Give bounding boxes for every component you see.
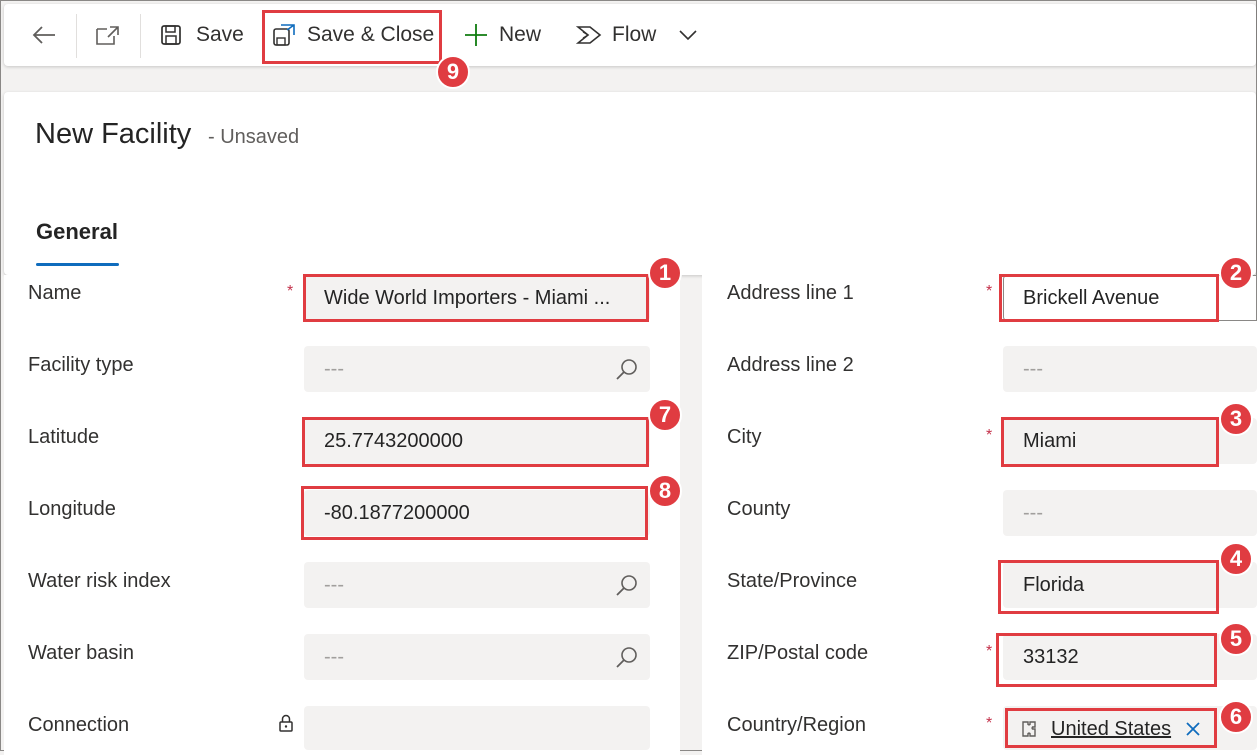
address-line-2-placeholder: --- xyxy=(1023,358,1043,380)
highlight-box-name xyxy=(303,274,649,322)
required-asterisk: * xyxy=(986,283,993,300)
facility-type-lookup[interactable]: --- xyxy=(304,346,650,392)
longitude-label: Longitude xyxy=(28,498,116,520)
connection-field xyxy=(304,706,650,750)
back-button[interactable] xyxy=(31,4,57,66)
water-basin-label: Water basin xyxy=(28,642,134,664)
new-button[interactable]: New xyxy=(464,4,541,66)
water-risk-index-lookup[interactable]: --- xyxy=(304,562,650,608)
flow-icon xyxy=(576,26,602,44)
annotation-badge-9: 9 xyxy=(436,55,470,89)
required-asterisk: * xyxy=(986,427,993,444)
address-line-1-label: Address line 1 xyxy=(727,282,854,304)
required-asterisk: * xyxy=(986,643,993,660)
search-icon[interactable] xyxy=(614,356,640,382)
annotation-badge-4: 4 xyxy=(1219,542,1253,576)
highlight-box-address-line-1 xyxy=(999,274,1219,322)
water-basin-placeholder: --- xyxy=(324,646,344,668)
annotation-badge-1: 1 xyxy=(648,256,682,290)
state-province-label: State/Province xyxy=(727,570,858,592)
facility-type-label: Facility type xyxy=(28,354,134,376)
save-icon xyxy=(161,25,181,45)
highlight-box-longitude xyxy=(301,486,648,540)
county-placeholder: --- xyxy=(1023,502,1043,524)
highlight-box-state-province xyxy=(998,560,1219,614)
page-title: New Facility xyxy=(35,118,192,150)
flow-button[interactable]: Flow xyxy=(576,4,698,66)
tab-general[interactable]: General xyxy=(36,219,118,245)
popout-button[interactable] xyxy=(95,4,121,66)
tab-selected-indicator xyxy=(36,263,119,266)
new-label: New xyxy=(499,23,542,46)
save-status: - Unsaved xyxy=(208,126,300,148)
water-basin-lookup[interactable]: --- xyxy=(304,634,650,680)
address-line-2-field[interactable]: --- xyxy=(1003,346,1257,392)
zip-postal-code-label: ZIP/Postal code xyxy=(727,642,869,664)
save-button[interactable]: Save xyxy=(160,4,244,66)
highlight-box-country-region xyxy=(1005,708,1217,748)
search-icon[interactable] xyxy=(614,644,640,670)
save-label: Save xyxy=(196,23,244,46)
toolbar-separator xyxy=(140,14,141,58)
annotation-badge-6: 6 xyxy=(1219,700,1253,734)
annotation-badge-8: 8 xyxy=(648,474,682,508)
latitude-label: Latitude xyxy=(28,426,100,448)
back-arrow-icon xyxy=(32,26,55,44)
water-risk-index-label: Water risk index xyxy=(28,570,171,592)
address-line-2-label: Address line 2 xyxy=(727,354,854,376)
chevron-down-icon[interactable] xyxy=(678,29,698,41)
water-risk-index-placeholder: --- xyxy=(324,574,344,596)
annotation-badge-5: 5 xyxy=(1219,622,1253,656)
county-field[interactable]: --- xyxy=(1003,490,1257,536)
search-icon[interactable] xyxy=(614,572,640,598)
required-asterisk: * xyxy=(986,715,993,732)
form-header: New Facility - Unsaved General xyxy=(4,92,1256,275)
open-in-new-window-icon xyxy=(96,26,119,45)
highlight-box-latitude xyxy=(302,417,649,467)
lock-icon xyxy=(279,714,293,732)
highlight-box-city xyxy=(1001,417,1219,467)
flow-label: Flow xyxy=(612,23,657,46)
connection-label: Connection xyxy=(28,714,130,736)
country-region-label: Country/Region xyxy=(727,714,866,736)
command-bar: Save Save & Close New Flow xyxy=(4,4,1256,66)
name-label: Name xyxy=(28,282,82,304)
city-label: City xyxy=(727,426,762,448)
highlight-box-save-close xyxy=(262,10,442,64)
annotation-badge-7: 7 xyxy=(648,398,682,432)
county-label: County xyxy=(727,498,791,520)
annotation-badge-3: 3 xyxy=(1219,402,1253,436)
plus-icon xyxy=(465,24,487,46)
facility-type-placeholder: --- xyxy=(324,358,344,380)
annotation-badge-2: 2 xyxy=(1219,256,1253,290)
required-asterisk: * xyxy=(287,283,294,300)
highlight-box-zip-postal-code xyxy=(996,633,1217,687)
toolbar-separator xyxy=(76,14,77,58)
